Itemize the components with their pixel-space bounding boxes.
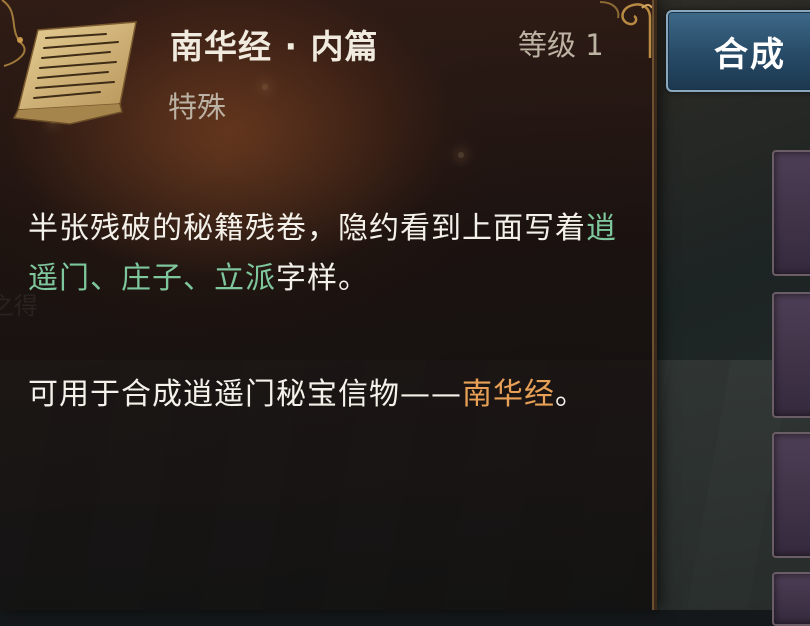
inventory-slot[interactable] [772,572,810,626]
inventory-slot[interactable] [772,432,810,558]
usage-text: 可用于合成逍遥门秘宝信物—— [28,377,462,412]
description-text: 半张残破的秘籍残卷，隐约看到上面写着 [28,211,586,246]
usage-text: 。 [555,377,586,412]
inventory-slot[interactable] [772,292,810,418]
item-tooltip-panel: 南华经 · 内篇 等级 1 特殊 半张残破的秘籍残卷，隐约看到上面写着逍遥门、庄… [0,0,657,610]
item-level: 等级 1 [518,28,604,62]
description-text: 字样。 [276,261,369,296]
inventory-slot[interactable] [772,150,810,276]
usage-highlight-item: 南华经 [462,377,555,412]
item-description: 半张残破的秘籍残卷，隐约看到上面写着逍遥门、庄子、立派字样。 [28,204,638,304]
scroll-manuscript-icon [12,21,137,125]
item-name: 南华经 · 内篇 [170,27,379,66]
compose-button[interactable]: 合成 [666,10,810,92]
item-category: 特殊 [168,90,227,124]
item-usage-description: 可用于合成逍遥门秘宝信物——南华经。 [28,370,638,420]
